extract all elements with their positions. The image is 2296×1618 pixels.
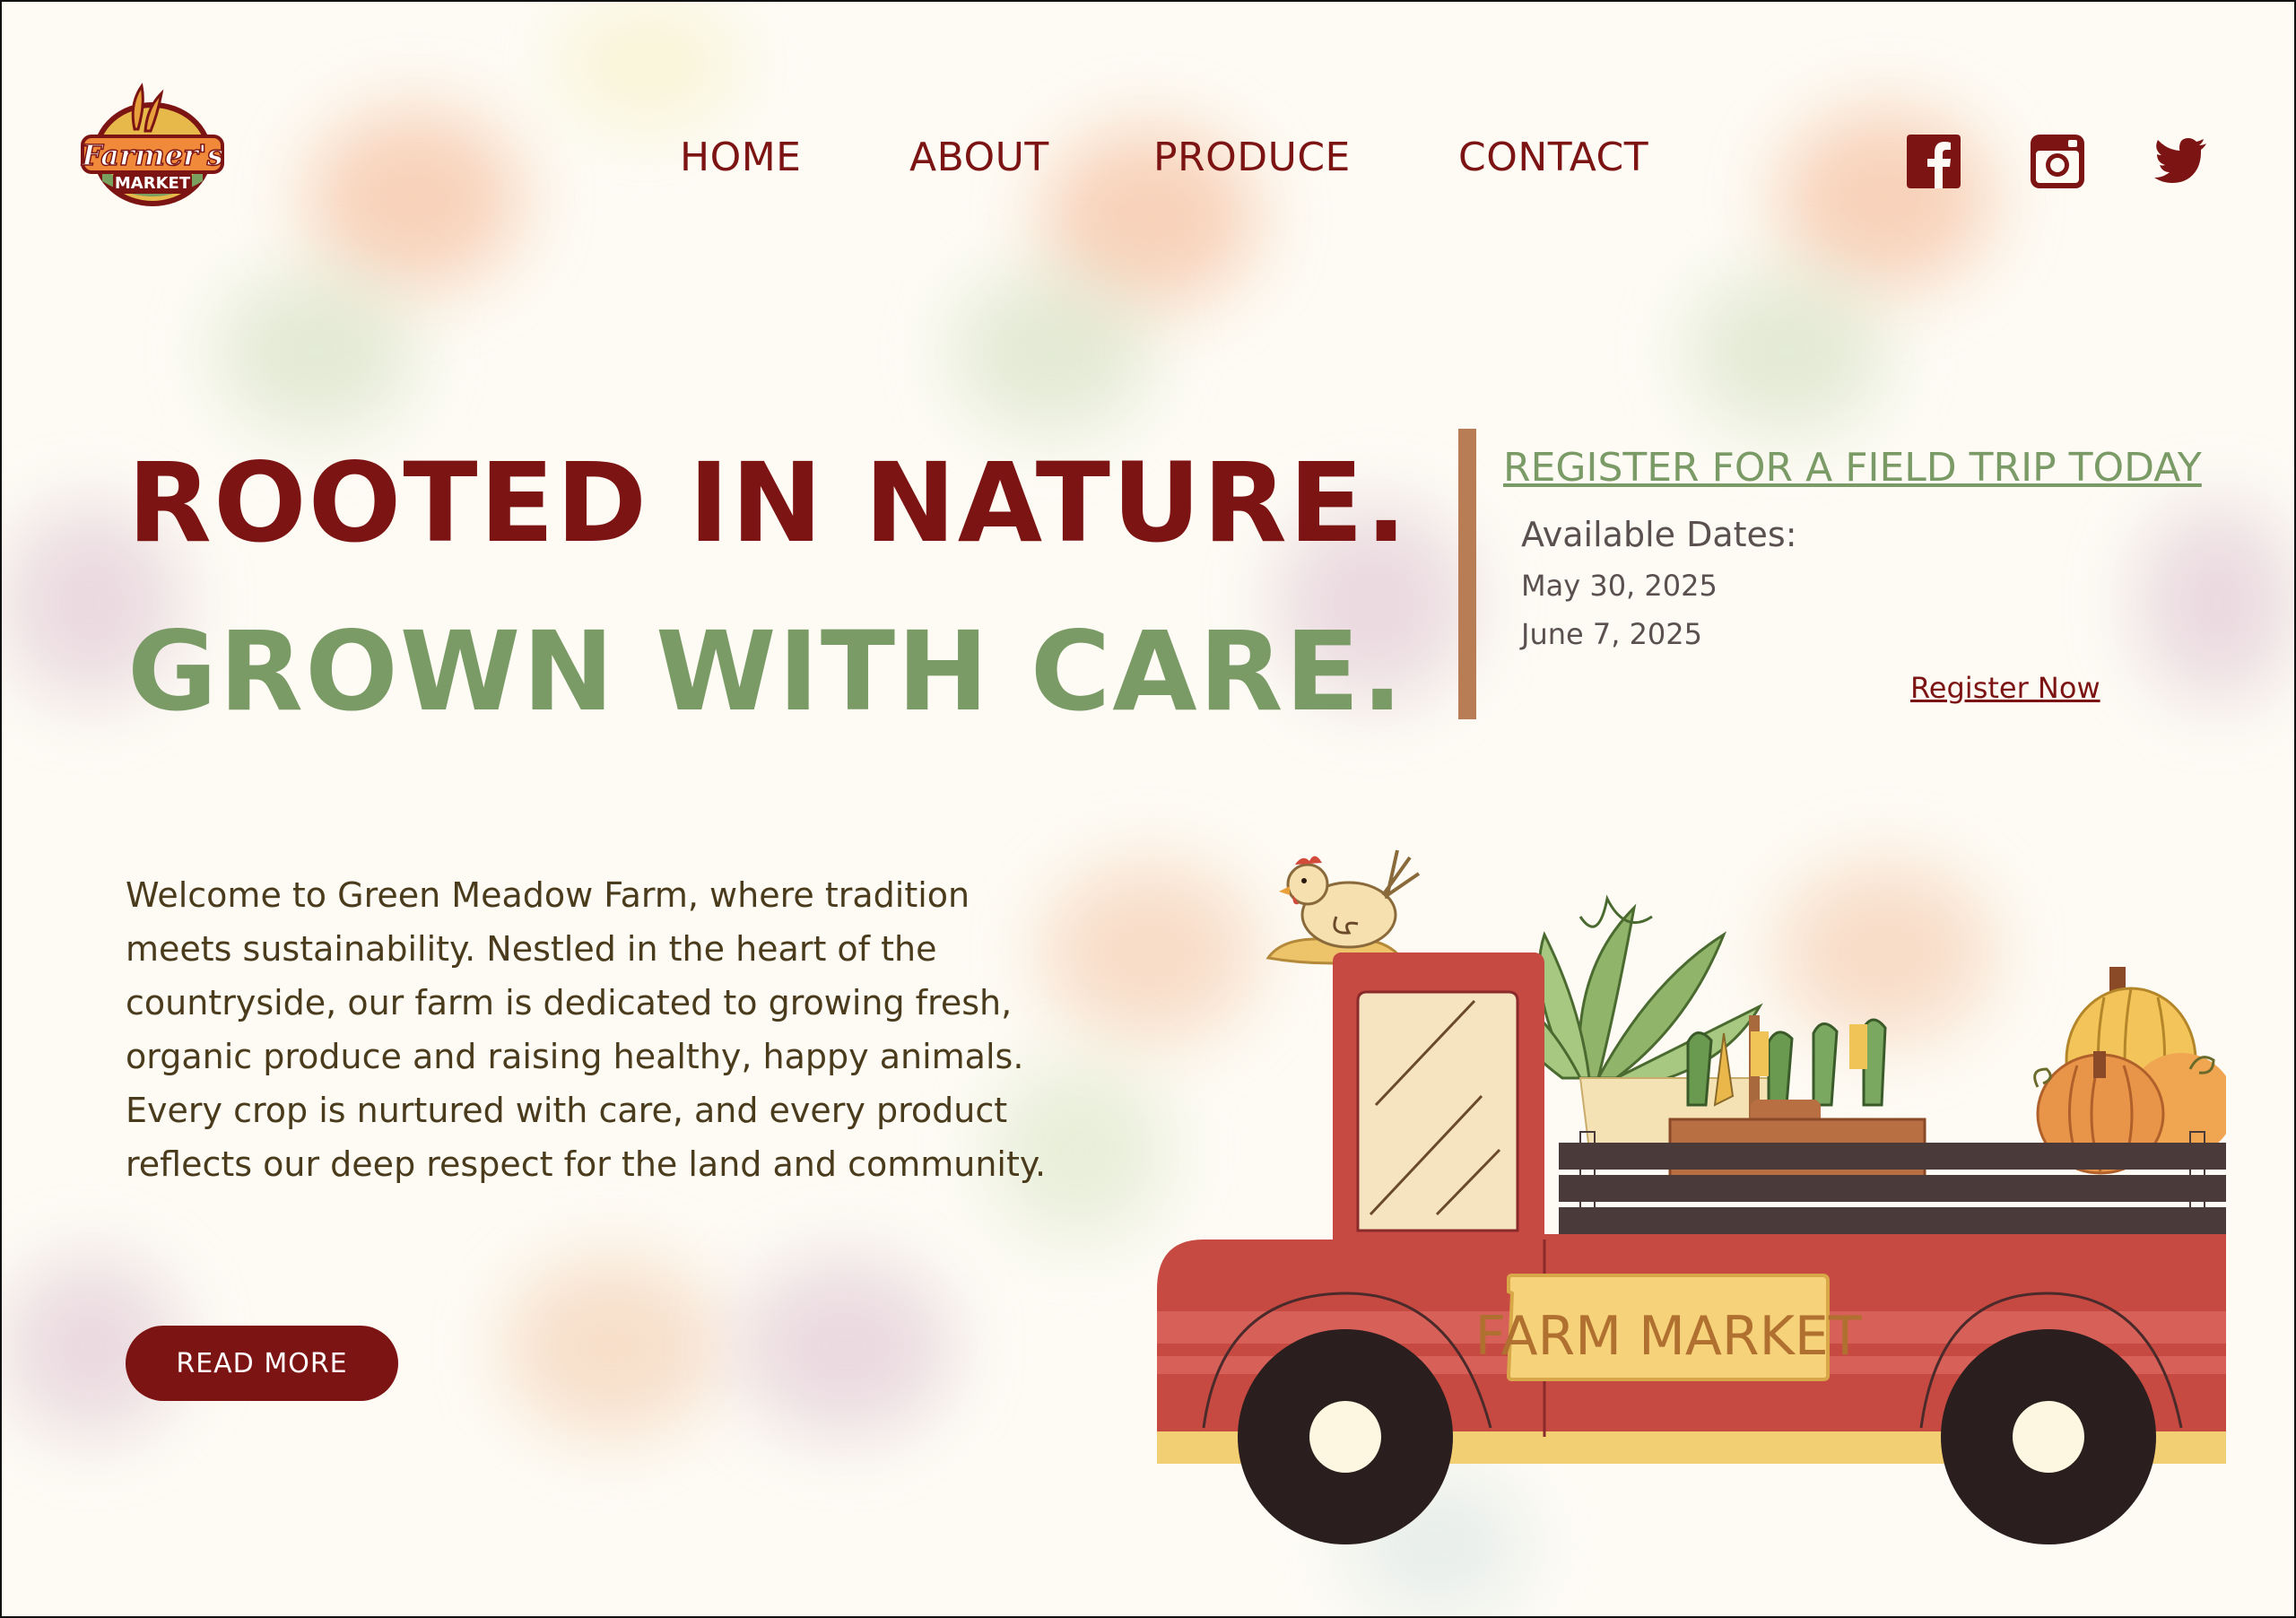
trip-date-2: June 7, 2025: [1521, 617, 1702, 651]
nav-home[interactable]: HOME: [680, 135, 801, 180]
farm-truck-illustration: FARM MARKET: [1150, 809, 2235, 1553]
facebook-icon[interactable]: [1905, 133, 1962, 190]
pumpkins-illustration: [2033, 967, 2235, 1175]
hen-illustration: [1265, 849, 1421, 965]
field-trip-link[interactable]: REGISTER FOR A FIELD TRIP TODAY: [1503, 445, 2202, 491]
register-now-link[interactable]: Register Now: [1910, 671, 2100, 705]
available-dates-label: Available Dates:: [1521, 515, 1797, 554]
farm-market-sign: FARM MARKET: [1475, 1274, 1862, 1381]
svg-text:FARM MARKET: FARM MARKET: [1475, 1305, 1862, 1368]
nav-produce[interactable]: PRODUCE: [1153, 135, 1351, 180]
field-trip-accent-bar: [1458, 429, 1476, 719]
read-more-button[interactable]: READ MORE: [126, 1326, 398, 1401]
hero-headline-primary: ROOTED IN NATURE.: [127, 439, 1409, 567]
instagram-icon[interactable]: [2029, 133, 2086, 190]
hero-intro-text: Welcome to Green Meadow Farm, where trad…: [126, 875, 1047, 1184]
nav-about[interactable]: ABOUT: [909, 135, 1049, 180]
truck-bed-rails: [1559, 1131, 2226, 1244]
hero-headline-secondary: GROWN WITH CARE.: [127, 608, 1405, 735]
greens-illustration: [1503, 894, 1779, 1151]
truck-cab: [1333, 953, 1544, 1270]
nav-contact[interactable]: CONTACT: [1458, 135, 1648, 180]
twitter-icon[interactable]: [2151, 133, 2208, 190]
trip-date-1: May 30, 2025: [1521, 569, 1718, 603]
